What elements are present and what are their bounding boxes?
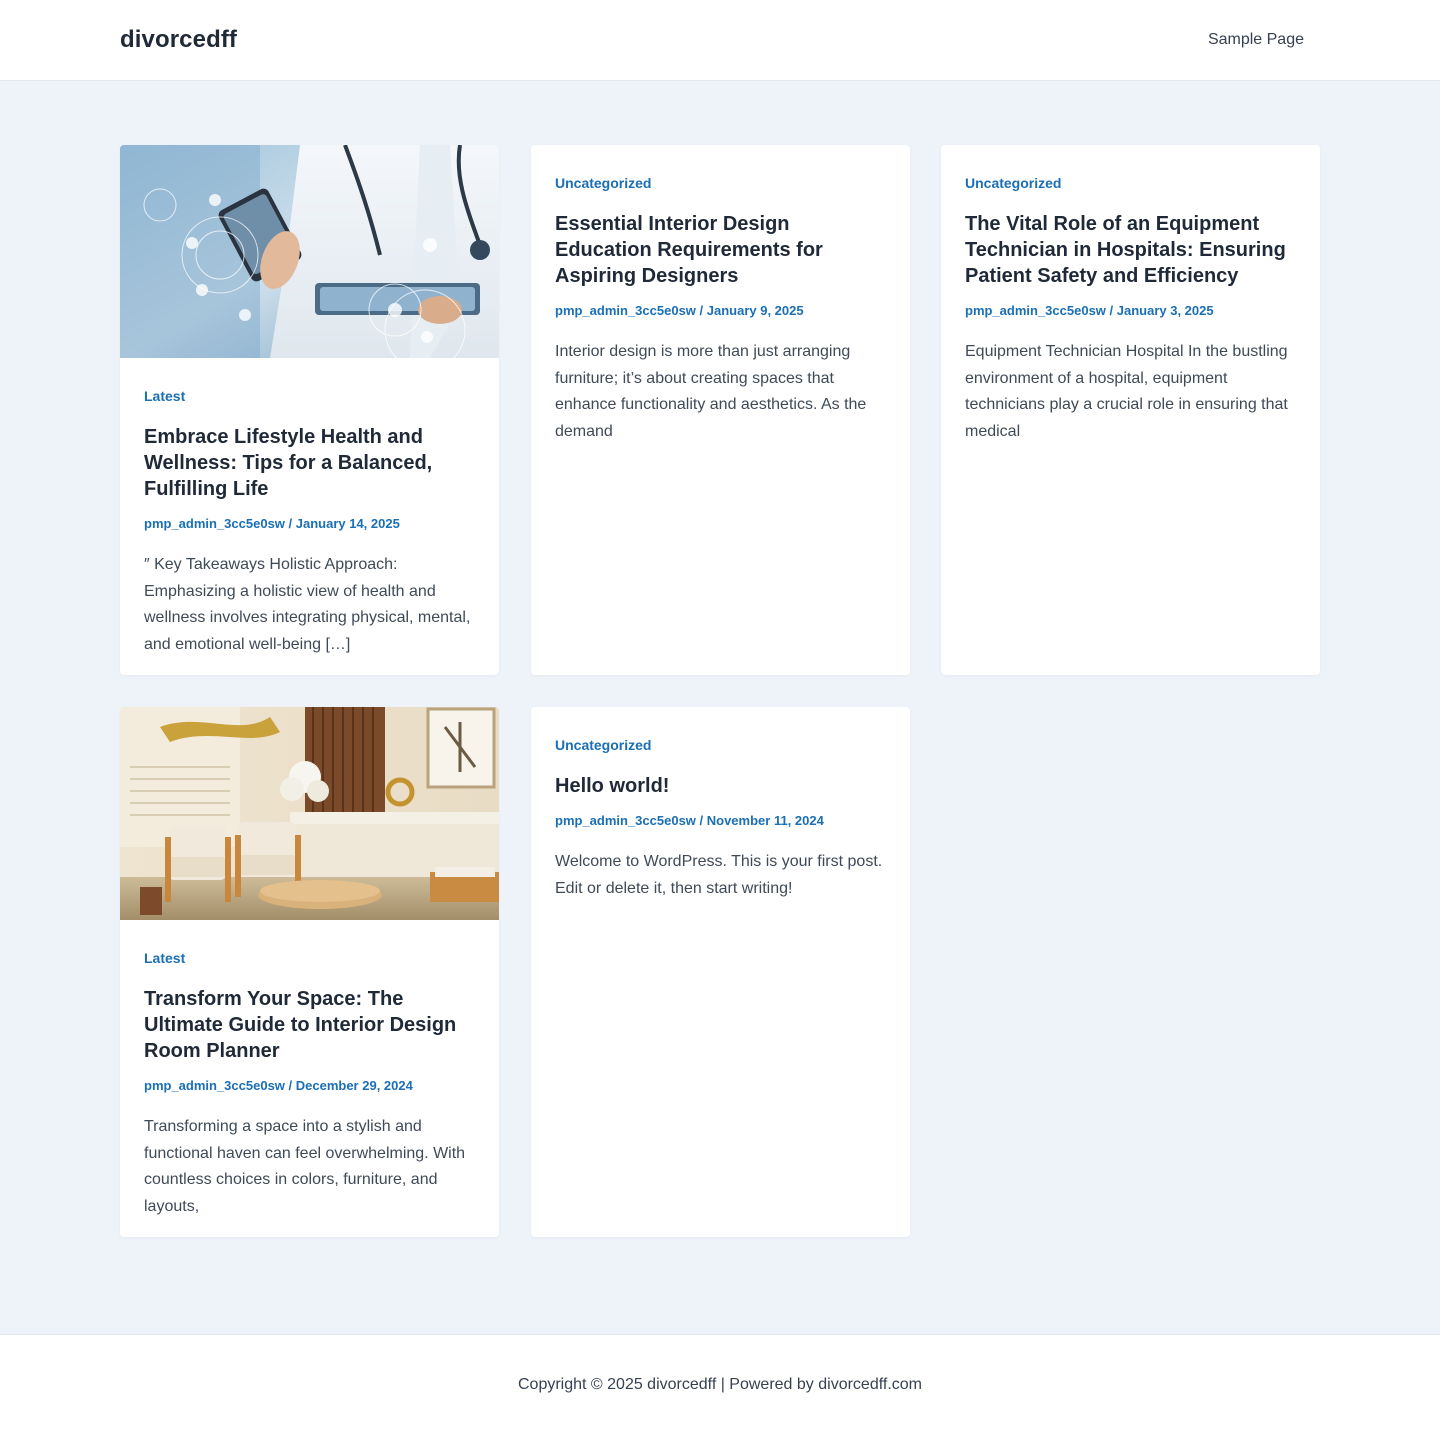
post-title-link[interactable]: The Vital Role of an Equipment Technicia… [965,211,1296,289]
post-author-link[interactable]: pmp_admin_3cc5e0sw [144,1078,285,1093]
meta-separator: / [1105,303,1117,318]
post-date-link[interactable]: January 9, 2025 [707,303,804,318]
post-title-link[interactable]: Transform Your Space: The Ultimate Guide… [144,986,475,1064]
post-date-link[interactable]: December 29, 2024 [296,1078,413,1093]
meta-separator: / [695,303,707,318]
post-excerpt: Welcome to WordPress. This is your first… [555,853,883,897]
post-meta: pmp_admin_3cc5e0sw / January 14, 2025 [144,515,475,533]
footer-copyright: Copyright © 2025 divorcedff | Powered by… [517,1375,922,1393]
post-card: Latest Transform Your Space: The Ultimat… [120,707,499,1237]
post-card: Uncategorized The Vital Role of an Equip… [941,145,1320,675]
meta-separator: / [695,813,707,828]
post-category-link[interactable]: Uncategorized [965,174,1061,192]
post-meta: pmp_admin_3cc5e0sw / January 9, 2025 [555,302,886,320]
primary-nav: Sample Page [1208,31,1304,49]
posts-grid: Latest Embrace Lifestyle Health and Well… [0,81,1440,1334]
site-footer: Copyright © 2025 divorcedff | Powered by… [0,1334,1440,1434]
site-header: divorcedff Sample Page [0,0,1440,81]
meta-separator: / [284,516,296,531]
post-meta: pmp_admin_3cc5e0sw / January 3, 2025 [965,302,1296,320]
post-category-link[interactable]: Latest [144,387,185,405]
post-author-link[interactable]: pmp_admin_3cc5e0sw [965,303,1106,318]
post-author-link[interactable]: pmp_admin_3cc5e0sw [555,813,696,828]
post-date-link[interactable]: January 3, 2025 [1117,303,1214,318]
post-date-link[interactable]: January 14, 2025 [296,516,400,531]
post-title-link[interactable]: Embrace Lifestyle Health and Wellness: T… [144,424,475,502]
doctor-with-tablet-image [120,145,499,358]
post-card: Uncategorized Hello world! pmp_admin_3cc… [531,707,910,1237]
post-thumbnail-interior[interactable] [120,707,499,920]
post-title-link[interactable]: Essential Interior Design Education Requ… [555,211,886,289]
interior-lounge-image [120,707,499,920]
post-title-link[interactable]: Hello world! [555,773,886,799]
post-thumbnail-doctor[interactable] [120,145,499,358]
post-meta: pmp_admin_3cc5e0sw / December 29, 2024 [144,1077,475,1095]
post-category-link[interactable]: Uncategorized [555,174,651,192]
post-card: Uncategorized Essential Interior Design … [531,145,910,675]
post-date-link[interactable]: November 11, 2024 [707,813,824,828]
post-meta: pmp_admin_3cc5e0sw / November 11, 2024 [555,812,886,830]
post-excerpt: Equipment Technician Hospital In the bus… [965,343,1288,440]
post-author-link[interactable]: pmp_admin_3cc5e0sw [555,303,696,318]
post-excerpt: ″ Key Takeaways Holistic Approach: Empha… [144,556,471,653]
post-category-link[interactable]: Uncategorized [555,736,651,754]
post-category-link[interactable]: Latest [144,949,185,967]
post-excerpt: Transforming a space into a stylish and … [144,1118,466,1215]
nav-link-sample-page[interactable]: Sample Page [1208,31,1304,48]
post-author-link[interactable]: pmp_admin_3cc5e0sw [144,516,285,531]
post-excerpt: Interior design is more than just arrang… [555,343,867,440]
meta-separator: / [284,1078,296,1093]
post-card: Latest Embrace Lifestyle Health and Well… [120,145,499,675]
site-title-link[interactable]: divorcedff [120,26,237,54]
